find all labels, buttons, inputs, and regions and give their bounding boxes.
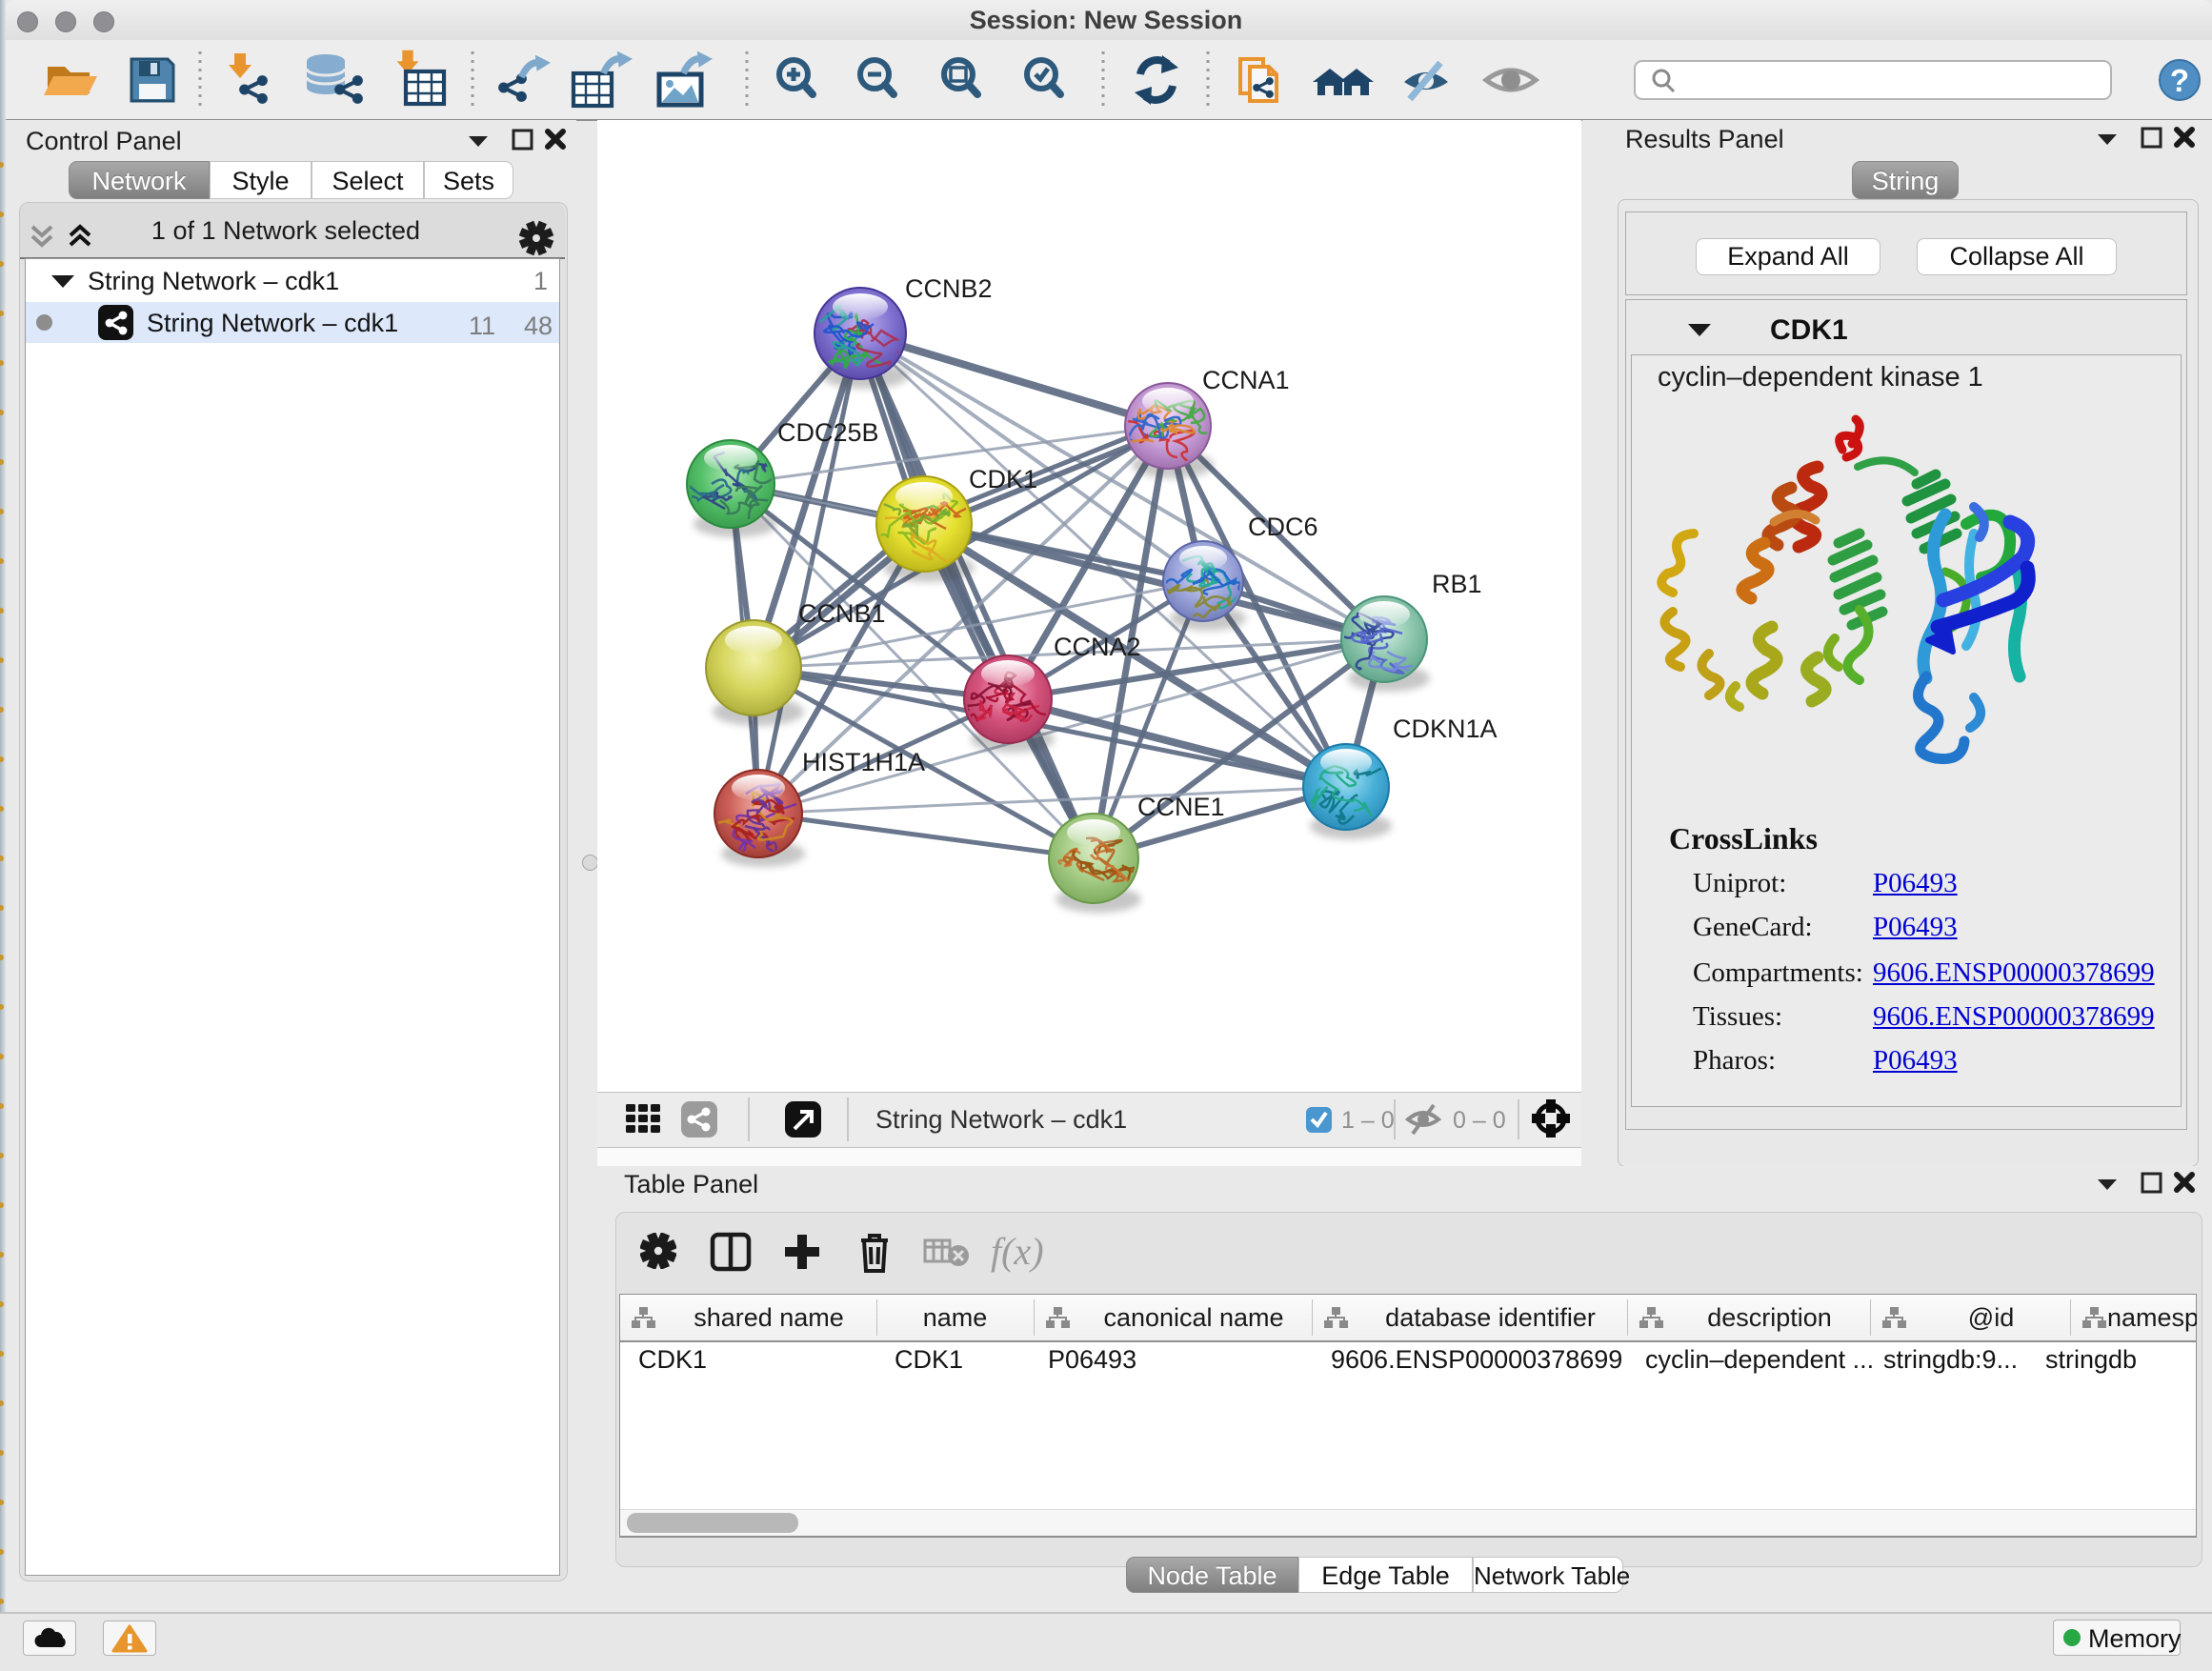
svg-text:CCNB1: CCNB1 — [798, 599, 886, 628]
svg-text:CCNB2: CCNB2 — [905, 274, 993, 303]
svg-text:CCNA1: CCNA1 — [1202, 366, 1290, 394]
svg-text:RB1: RB1 — [1432, 570, 1482, 598]
svg-text:CDK1: CDK1 — [969, 465, 1037, 493]
svg-text:CCNE1: CCNE1 — [1137, 793, 1225, 821]
svg-text:CCNA2: CCNA2 — [1054, 633, 1141, 661]
svg-text:CDC6: CDC6 — [1248, 513, 1318, 541]
svg-text:HIST1H1A: HIST1H1A — [802, 748, 925, 776]
svg-text:CDKN1A: CDKN1A — [1393, 715, 1498, 743]
svg-text:CDC25B: CDC25B — [777, 418, 879, 447]
svg-text:?: ? — [2170, 63, 2189, 98]
